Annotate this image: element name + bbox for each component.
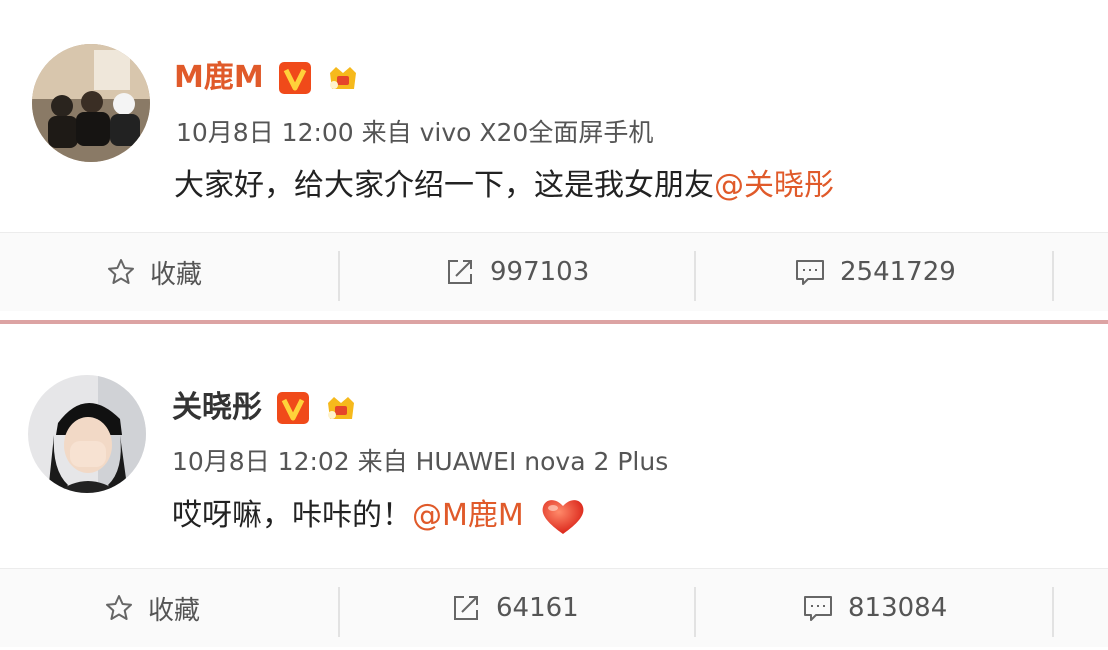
- post-text: 大家好，给大家介绍一下，这是我女朋友: [174, 168, 714, 203]
- star-icon: [108, 259, 134, 284]
- username[interactable]: M鹿M: [174, 58, 264, 98]
- verified-v-icon: [276, 391, 310, 425]
- share-count: 64161: [496, 593, 579, 623]
- post-text: 哎呀嘛，咔咔的！: [172, 498, 412, 533]
- username[interactable]: 关晓彤: [172, 388, 262, 428]
- heart-emoji-icon: [540, 496, 586, 536]
- action-bar: 收藏 64161 813084: [0, 568, 1108, 647]
- share-button[interactable]: 64161: [450, 569, 579, 647]
- action-bar: 收藏 997103 2541729: [0, 232, 1108, 311]
- share-icon: [448, 260, 472, 284]
- post-divider: [0, 320, 1108, 324]
- favorite-label: 收藏: [150, 259, 203, 290]
- share-count: 997103: [490, 257, 590, 287]
- mention-link[interactable]: @关晓彤: [714, 166, 834, 206]
- divider: [694, 251, 696, 301]
- divider: [1052, 587, 1054, 637]
- favorite-button[interactable]: 收藏: [106, 233, 202, 311]
- comment-count: 813084: [848, 593, 948, 623]
- share-icon: [454, 596, 478, 620]
- divider: [338, 587, 340, 637]
- divider: [694, 587, 696, 637]
- mention-link[interactable]: @M鹿M: [412, 496, 524, 536]
- comment-button[interactable]: 813084: [802, 569, 947, 647]
- name-row: M鹿M: [174, 58, 360, 98]
- share-button[interactable]: 997103: [444, 233, 589, 311]
- post-content: 大家好，给大家介绍一下，这是我女朋友 @关晓彤: [174, 166, 834, 206]
- comment-icon: [796, 260, 824, 285]
- verified-v-icon: [278, 61, 312, 95]
- comment-count: 2541729: [840, 257, 956, 287]
- post-content: 哎呀嘛，咔咔的！ @M鹿M: [172, 496, 586, 536]
- comment-icon: [804, 596, 832, 621]
- name-row: 关晓彤: [172, 388, 358, 428]
- favorite-label: 收藏: [148, 595, 201, 626]
- member-crown-icon[interactable]: [326, 61, 360, 95]
- avatar[interactable]: [28, 375, 146, 493]
- divider: [338, 251, 340, 301]
- weibo-post-2: 关晓彤 10月8日 12:02 来自 HUAWEI nova 2 Plus 哎呀…: [0, 326, 1108, 650]
- member-crown-icon[interactable]: [324, 391, 358, 425]
- post-meta: 10月8日 12:02 来自 HUAWEI nova 2 Plus: [172, 447, 669, 476]
- comment-button[interactable]: 2541729: [794, 233, 956, 311]
- favorite-button[interactable]: 收藏: [104, 569, 200, 647]
- avatar[interactable]: [32, 44, 150, 162]
- weibo-post-1: M鹿M 10月8日 12:00 来自 vivo X20全面屏手机 大家好，给大家…: [0, 0, 1108, 320]
- star-icon: [106, 595, 132, 620]
- divider: [1052, 251, 1054, 301]
- post-meta: 10月8日 12:00 来自 vivo X20全面屏手机: [176, 118, 654, 147]
